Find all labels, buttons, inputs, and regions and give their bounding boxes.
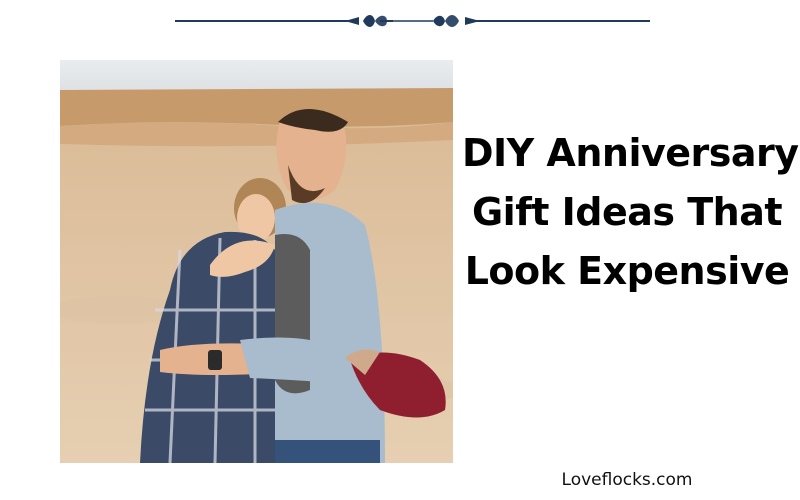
headline-line-1: DIY Anniversary	[462, 131, 799, 175]
headline-line-2: Gift Ideas That	[471, 190, 783, 234]
headline-line-3: Look Expensive	[464, 249, 790, 293]
headline: DIY Anniversary Gift Ideas That Look Exp…	[462, 124, 799, 301]
site-url: Loveflocks.com	[561, 470, 693, 490]
couple-photo	[60, 60, 453, 463]
ornamental-divider-icon	[175, 15, 650, 27]
